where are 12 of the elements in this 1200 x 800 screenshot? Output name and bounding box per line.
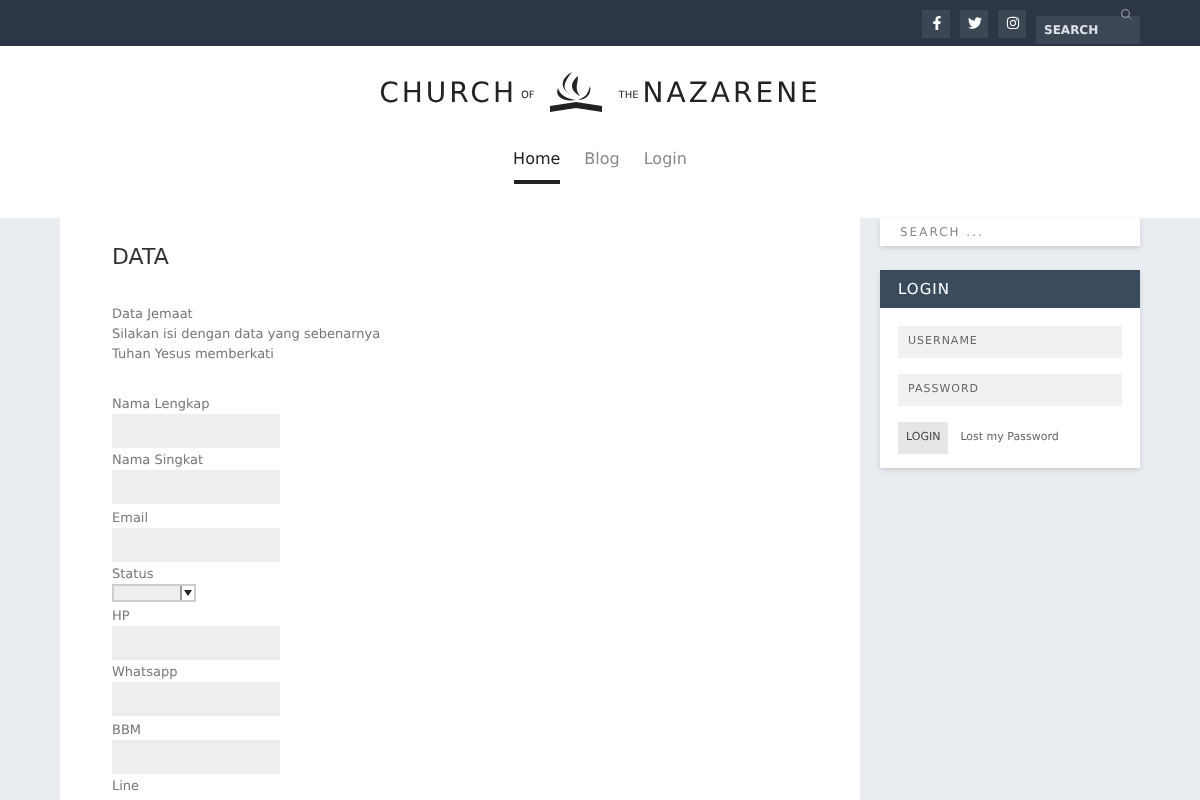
page-title: DATA	[112, 242, 169, 274]
nav-link[interactable]: Login	[643, 148, 687, 184]
logo-text: CHURCH	[379, 75, 517, 113]
twitter-icon[interactable]	[960, 9, 988, 37]
dropdown-arrow-icon	[180, 586, 194, 600]
logo-text: NAZARENE	[642, 75, 821, 113]
select-field[interactable]	[112, 584, 196, 602]
facebook-icon[interactable]	[922, 9, 950, 37]
instagram-icon[interactable]	[998, 9, 1026, 37]
nav-link[interactable]: Home	[513, 148, 561, 184]
search-icon[interactable]	[1120, 7, 1132, 19]
nav-link[interactable]: Blog	[584, 148, 620, 184]
